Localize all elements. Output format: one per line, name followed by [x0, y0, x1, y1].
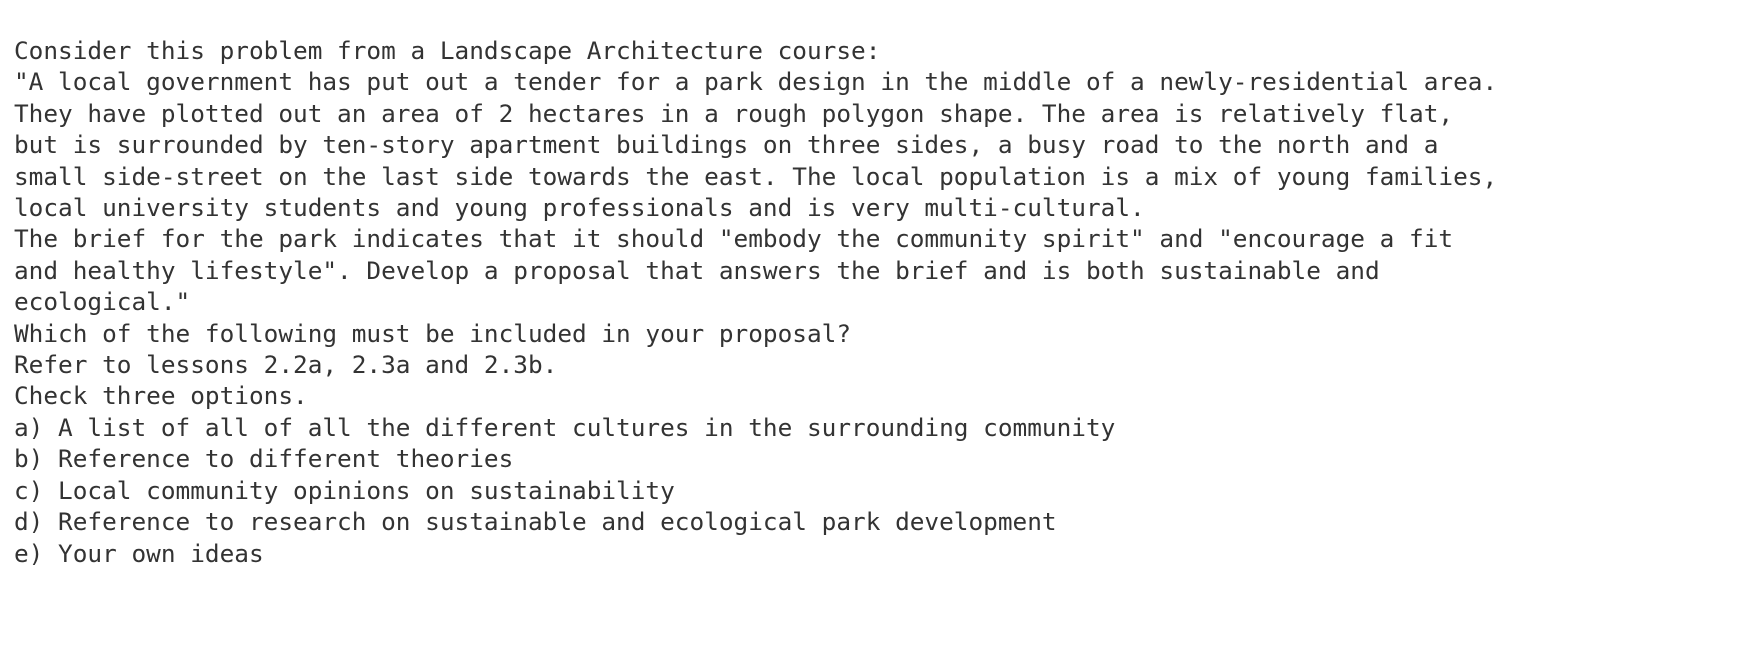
problem-line: and healthy lifestyle". Develop a propos…	[14, 255, 1380, 285]
option-e: e) Your own ideas	[14, 538, 264, 568]
option-a: a) A list of all of all the different cu…	[14, 412, 1116, 442]
intro-text: Consider this problem from a Landscape A…	[14, 36, 881, 65]
option-d: d) Reference to research on sustainable …	[14, 507, 1057, 537]
problem-line: "A local government has put out a tender…	[14, 67, 1498, 97]
problem-line: ecological."	[14, 287, 191, 317]
problem-line: They have plotted out an area of 2 hecta…	[14, 98, 1454, 128]
problem-line: The brief for the park indicates that it…	[14, 224, 1454, 254]
problem-line: but is surrounded by ten-story apartment…	[14, 130, 1439, 160]
question-text: Which of the following must be included …	[14, 318, 852, 348]
problem-line: local university students and young prof…	[14, 193, 1145, 223]
instruction-text: Check three options.	[14, 381, 308, 411]
option-c: c) Local community opinions on sustainab…	[14, 475, 675, 505]
problem-document: Consider this problem from a Landscape A…	[14, 35, 1497, 569]
option-b: b) Reference to different theories	[14, 444, 514, 474]
reference-text: Refer to lessons 2.2a, 2.3a and 2.3b.	[14, 350, 558, 380]
problem-line: small side-street on the last side towar…	[14, 161, 1498, 191]
